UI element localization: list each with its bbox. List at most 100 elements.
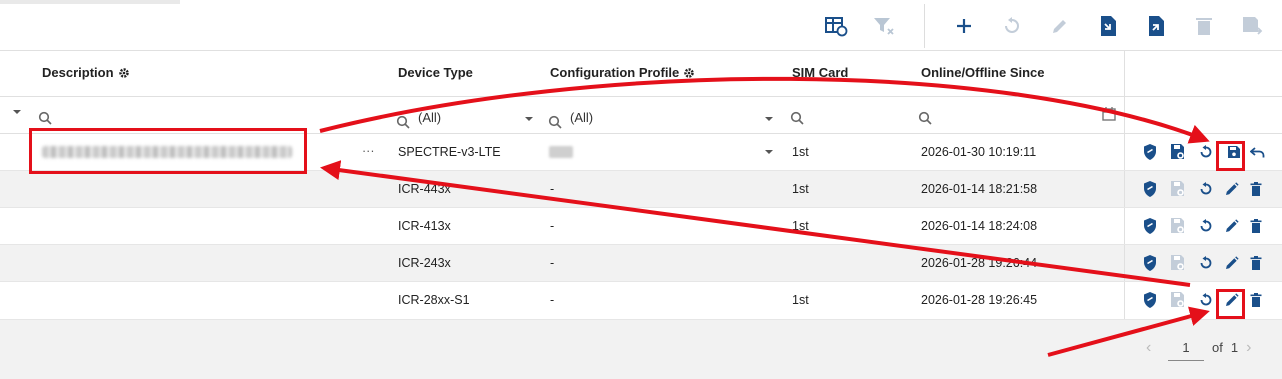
delete-icon[interactable] — [1190, 12, 1218, 40]
shield-link-icon[interactable] — [1140, 216, 1160, 236]
config-profile-cell: - — [550, 182, 555, 196]
delete-icon[interactable] — [1246, 290, 1266, 310]
column-header-config-profile[interactable]: Configuration Profile — [550, 65, 695, 80]
table-row[interactable]: ICR-243x - 2026-01-28 19:26:44 — [0, 245, 1282, 282]
page-number-input[interactable]: 1 — [1168, 334, 1204, 361]
save-settings-icon[interactable] — [1168, 253, 1188, 273]
online-since-cell: 2026-01-28 19:26:44 — [921, 256, 1038, 270]
current-page: 1 — [1182, 339, 1190, 355]
row-actions — [1140, 290, 1270, 312]
shield-link-icon[interactable] — [1140, 290, 1160, 310]
config-profile-filter-value: (All) — [570, 109, 594, 125]
sim-card-cell: 1st — [792, 145, 809, 159]
column-label-online-since: Online/Offline Since — [921, 65, 1045, 80]
calendar-icon[interactable] — [1102, 107, 1116, 121]
annotation-highlight-edit — [1216, 289, 1245, 319]
clear-filter-icon[interactable] — [870, 12, 898, 40]
device-type-cell: ICR-413x — [398, 219, 451, 233]
gear-icon[interactable] — [683, 67, 695, 79]
actions-column-separator — [1124, 282, 1125, 319]
shield-link-icon[interactable] — [1140, 142, 1160, 162]
online-since-cell: 2026-01-14 18:21:58 — [921, 182, 1038, 196]
import-icon[interactable] — [1094, 12, 1122, 40]
actions-column-separator — [1124, 208, 1125, 244]
device-type-filter[interactable]: (All) — [396, 105, 534, 129]
actions-column-separator — [1124, 97, 1125, 133]
reset-icon[interactable] — [998, 12, 1026, 40]
pagination: ‹ 1 of 1 › — [1146, 334, 1260, 361]
row-actions — [1140, 253, 1270, 275]
save-settings-icon[interactable] — [1168, 179, 1188, 199]
page-of-label: of — [1212, 340, 1223, 355]
more-options-icon[interactable]: ··· — [362, 144, 375, 158]
column-label-config-profile: Configuration Profile — [550, 65, 680, 80]
reset-icon[interactable] — [1196, 142, 1216, 162]
chevron-down-icon[interactable] — [764, 149, 774, 155]
table-row[interactable]: ICR-28xx-S1 - 1st 2026-01-28 19:26:45 — [0, 282, 1282, 320]
annotation-highlight-description — [29, 128, 307, 174]
search-icon — [396, 115, 410, 129]
actions-column-separator — [1124, 51, 1125, 96]
table-row[interactable]: ICR-443x - 1st 2026-01-14 18:21:58 — [0, 171, 1282, 208]
online-since-cell: 2026-01-28 19:26:45 — [921, 293, 1038, 307]
column-label-description: Description — [42, 65, 114, 80]
config-profile-cell: - — [550, 293, 555, 307]
export-icon[interactable] — [1142, 12, 1170, 40]
table-footer — [0, 320, 1282, 379]
row-actions — [1140, 179, 1270, 201]
search-icon — [38, 111, 52, 125]
column-header-description[interactable]: Description — [42, 65, 130, 80]
add-icon[interactable] — [950, 12, 978, 40]
sim-card-cell: 1st — [792, 219, 809, 233]
device-type-filter-value: (All) — [418, 109, 442, 125]
actions-column-separator — [1124, 171, 1125, 207]
actions-column-separator — [1124, 245, 1125, 281]
chevron-down-icon[interactable] — [12, 109, 22, 115]
table-refresh-icon[interactable] — [822, 12, 850, 40]
row-actions — [1140, 142, 1270, 164]
edit-icon[interactable] — [1222, 253, 1242, 273]
save-settings-icon[interactable] — [1168, 142, 1188, 162]
reset-icon[interactable] — [1196, 253, 1216, 273]
delete-icon[interactable] — [1246, 216, 1266, 236]
edit-icon[interactable] — [1046, 12, 1074, 40]
search-icon — [790, 111, 804, 125]
table-header: Description Device Type Configuration Pr… — [0, 50, 1282, 97]
chevron-down-icon — [765, 117, 773, 121]
total-pages: 1 — [1230, 340, 1239, 355]
delete-icon[interactable] — [1246, 179, 1266, 199]
shield-link-icon[interactable] — [1140, 253, 1160, 273]
search-icon — [548, 115, 562, 129]
config-profile-cell: - — [550, 256, 555, 270]
prev-page-icon[interactable]: ‹ — [1146, 339, 1160, 357]
toolbar-separator — [924, 4, 925, 48]
column-label-device-type: Device Type — [398, 65, 473, 80]
reset-icon[interactable] — [1196, 179, 1216, 199]
next-page-icon[interactable]: › — [1246, 339, 1260, 357]
edit-icon[interactable] — [1222, 216, 1242, 236]
device-type-cell: ICR-443x — [398, 182, 451, 196]
column-header-device-type[interactable]: Device Type — [398, 65, 473, 80]
column-header-online-since[interactable]: Online/Offline Since — [921, 65, 1045, 80]
gear-icon[interactable] — [118, 67, 130, 79]
config-profile-filter[interactable]: (All) — [548, 105, 774, 129]
sim-card-filter[interactable] — [790, 111, 804, 125]
config-profile-redacted — [549, 146, 573, 158]
reset-icon[interactable] — [1196, 290, 1216, 310]
save-to-icon[interactable] — [1238, 12, 1266, 40]
delete-icon[interactable] — [1246, 253, 1266, 273]
column-header-sim-card[interactable]: SIM Card — [792, 65, 848, 80]
device-type-cell: SPECTRE-v3-LTE — [398, 145, 501, 159]
undo-icon[interactable] — [1248, 142, 1268, 162]
online-since-filter[interactable] — [918, 111, 932, 125]
edit-icon[interactable] — [1222, 179, 1242, 199]
search-icon — [918, 111, 932, 125]
shield-link-icon[interactable] — [1140, 179, 1160, 199]
table-row[interactable]: ICR-413x - 1st 2026-01-14 18:24:08 — [0, 208, 1282, 245]
row-actions — [1140, 216, 1270, 238]
reset-icon[interactable] — [1196, 216, 1216, 236]
save-settings-icon[interactable] — [1168, 216, 1188, 236]
description-filter[interactable] — [38, 111, 52, 125]
save-settings-icon[interactable] — [1168, 290, 1188, 310]
device-type-cell: ICR-243x — [398, 256, 451, 270]
